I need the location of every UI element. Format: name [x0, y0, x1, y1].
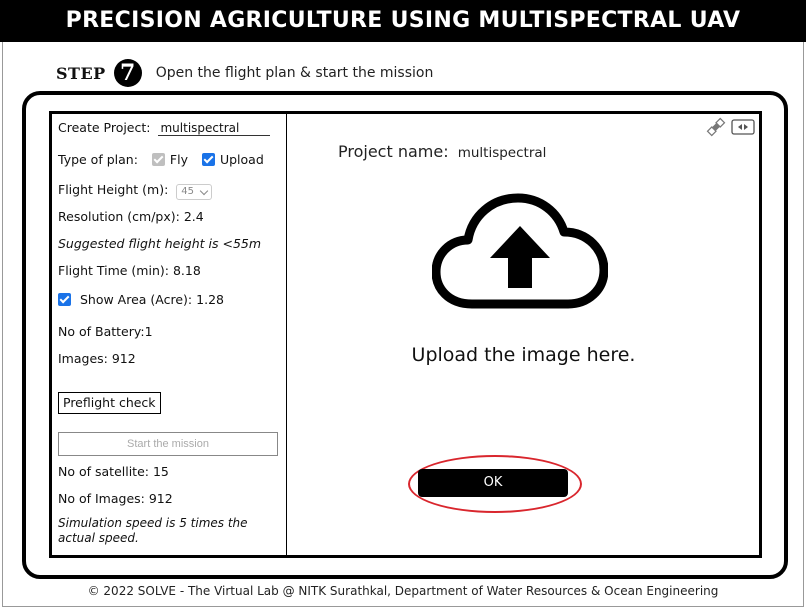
images-row: Images: 912	[58, 351, 136, 366]
flight-time-label: Flight Time (min):	[58, 263, 169, 278]
upload-checkbox[interactable]	[201, 153, 215, 166]
flight-plan-panel: Create Project: multispectral Type of pl…	[52, 114, 287, 555]
upload-panel: Project name: multispectral Upload the i…	[288, 114, 759, 555]
upload-label: Upload	[219, 152, 264, 167]
project-name-value: multispectral	[457, 145, 547, 161]
battery-label: No of Battery:	[58, 324, 145, 339]
upload-instruction: Upload the image here.	[411, 344, 636, 366]
no-images-label: No of Images:	[58, 491, 145, 506]
fly-checkbox[interactable]	[151, 153, 165, 166]
create-project-label: Create Project:	[58, 120, 151, 135]
type-of-plan-label: Type of plan:	[58, 152, 138, 167]
satellite-label: No of satellite:	[58, 464, 149, 479]
show-area-checkbox[interactable]	[58, 293, 71, 306]
cloud-upload-icon[interactable]	[431, 192, 609, 316]
flight-height-select[interactable]: 45	[176, 184, 213, 200]
preflight-check-button[interactable]: Preflight check	[58, 392, 161, 414]
show-area-label: Show Area (Acre):	[79, 292, 193, 307]
resolution-label: Resolution (cm/px):	[58, 209, 180, 224]
show-area-value: 1.28	[196, 292, 224, 307]
flight-height-label: Flight Height (m):	[58, 182, 169, 197]
show-area-row: Show Area (Acre): 1.28	[58, 292, 224, 307]
step-instruction: Open the flight plan & start the mission	[155, 65, 434, 81]
fly-label: Fly	[169, 152, 188, 167]
switch-panel-icon[interactable]	[731, 119, 755, 139]
no-images-row: No of Images: 912	[58, 491, 173, 506]
battery-row: No of Battery:1	[58, 324, 153, 339]
simulation-speed-note-line2: actual speed.	[58, 531, 139, 545]
battery-value: 1	[144, 324, 153, 339]
simulator-panel: Create Project: multispectral Type of pl…	[49, 111, 762, 558]
suggested-height-note: Suggested flight height is <55m	[58, 236, 262, 251]
satellite-row: No of satellite: 15	[58, 464, 169, 479]
step-number-badge: 7	[113, 59, 142, 87]
images-value: 912	[111, 351, 136, 366]
create-project-row: Create Project: multispectral	[58, 120, 271, 136]
flight-time-row: Flight Time (min): 8.18	[58, 263, 201, 278]
project-name-label: Project name:	[338, 142, 449, 161]
step-word: STEP	[56, 63, 106, 83]
corner-icons	[705, 116, 755, 142]
footer-credit: © 2022 SOLVE - The Virtual Lab @ NITK Su…	[87, 584, 719, 598]
simulation-speed-note-line1: Simulation speed is 5 times the	[58, 516, 248, 530]
step-indicator: STEP 7 Open the flight plan & start the …	[56, 58, 433, 88]
start-mission-button[interactable]: Start the mission	[58, 432, 278, 456]
resolution-value: 2.4	[183, 209, 204, 224]
create-project-input[interactable]: multispectral	[158, 121, 271, 136]
images-label: Images:	[58, 351, 108, 366]
page-title: PRECISION AGRICULTURE USING MULTISPECTRA…	[65, 8, 741, 33]
resolution-row: Resolution (cm/px): 2.4	[58, 209, 204, 224]
page-header: PRECISION AGRICULTURE USING MULTISPECTRA…	[0, 0, 806, 42]
project-name-row: Project name: multispectral	[338, 142, 546, 161]
satellite-value: 15	[152, 464, 169, 479]
satellite-icon[interactable]	[705, 116, 727, 142]
flight-time-value: 8.18	[172, 263, 201, 278]
ok-button[interactable]: OK	[418, 469, 568, 497]
type-of-plan-row: Type of plan: Fly Upload	[58, 152, 264, 167]
no-images-value: 912	[148, 491, 173, 506]
flight-height-row: Flight Height (m): 45	[58, 182, 213, 200]
